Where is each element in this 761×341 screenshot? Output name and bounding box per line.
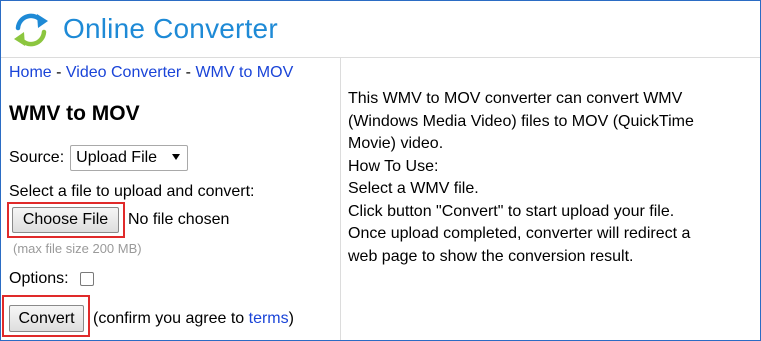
convert-button[interactable]: Convert (9, 305, 84, 332)
upload-label: Select a file to upload and convert: (9, 183, 255, 200)
converter-panel: Home - Video Converter - WMV to MOV WMV … (1, 58, 341, 340)
confirm-prefix: (confirm you agree to (93, 310, 249, 327)
site-header: Online Converter (1, 1, 760, 58)
choose-file-button[interactable]: Choose File (12, 207, 119, 233)
description-line: Once upload completed, converter will re… (348, 225, 691, 242)
converter-description: This WMV to MOV converter can convert WM… (348, 88, 753, 268)
description-line: (Windows Media Video) files to MOV (Quic… (348, 112, 694, 130)
options-label: Options: (9, 270, 69, 287)
refresh-logo-icon[interactable] (11, 10, 51, 50)
source-row: Source: Upload File (9, 145, 189, 171)
breadcrumb-current-link[interactable]: WMV to MOV (195, 64, 293, 81)
breadcrumb-separator: - (51, 64, 66, 81)
description-line: Select a WMV file. (348, 180, 479, 197)
terms-confirmation: (confirm you agree to terms) (93, 310, 294, 328)
source-label: Source: (9, 149, 65, 166)
confirm-suffix: ) (288, 310, 294, 327)
breadcrumb-video-converter-link[interactable]: Video Converter (66, 64, 181, 81)
description-line: This WMV to MOV converter can convert WM… (348, 90, 683, 107)
options-row: Options: (9, 270, 94, 288)
source-select[interactable]: Upload File (70, 145, 189, 171)
site-logo-text[interactable]: Online Converter (63, 13, 278, 45)
source-select-value: Upload File (76, 149, 158, 166)
breadcrumb-separator: - (181, 64, 196, 81)
no-file-chosen-text: No file chosen (128, 211, 230, 228)
page-title: WMV to MOV (9, 102, 140, 125)
description-line: Movie) video. (348, 135, 444, 152)
chevron-down-icon (172, 154, 181, 160)
max-file-size-note: (max file size 200 MB) (13, 241, 142, 256)
description-line: Click button "Convert" to start upload y… (348, 202, 675, 220)
breadcrumb-home-link[interactable]: Home (9, 64, 52, 81)
description-line: web page to show the conversion result. (348, 247, 634, 265)
description-line: How To Use: (348, 157, 439, 175)
description-panel: This WMV to MOV converter can convert WM… (341, 58, 759, 340)
breadcrumb: Home - Video Converter - WMV to MOV (9, 64, 293, 82)
options-checkbox[interactable] (79, 272, 94, 286)
terms-link[interactable]: terms (249, 310, 289, 327)
